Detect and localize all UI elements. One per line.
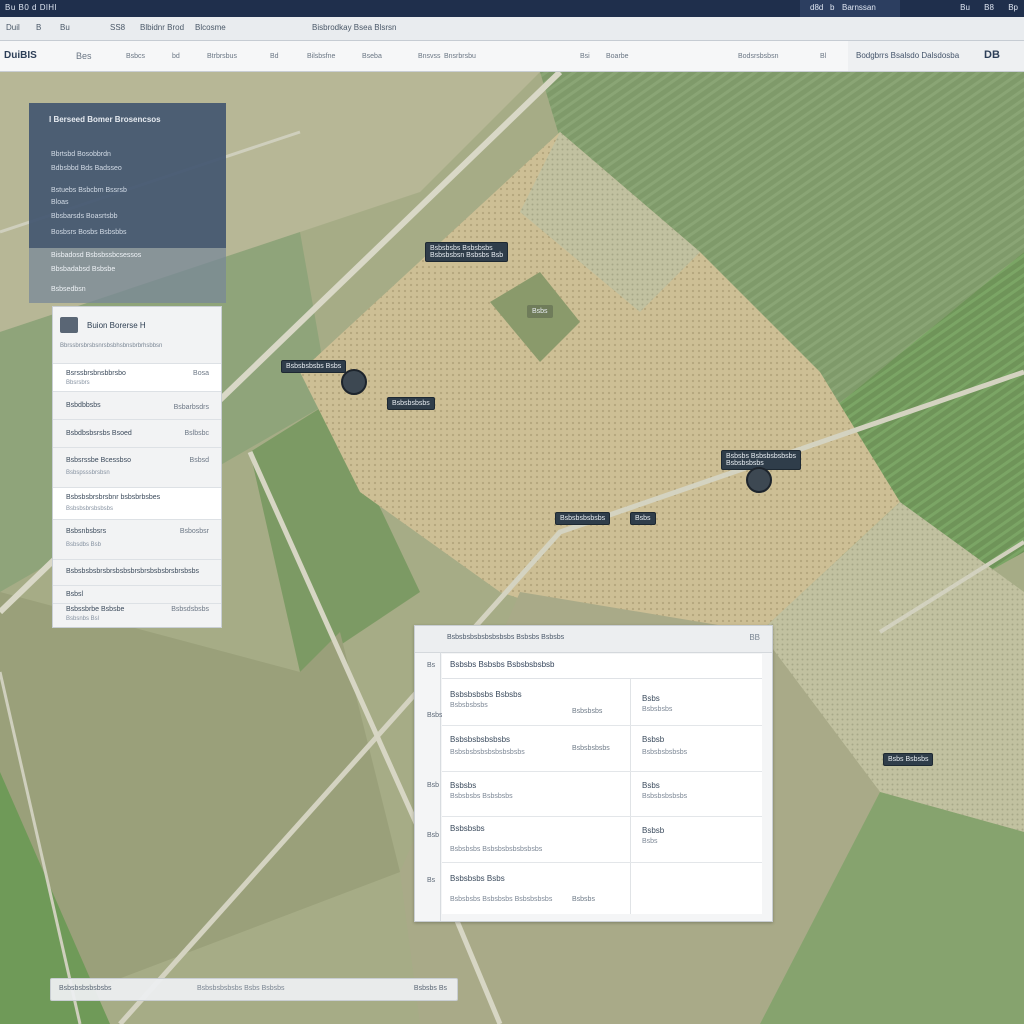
status-center: Bsbsbsbsbsbs Bsbs Bsbsbs [197, 985, 285, 992]
account-code: DB [984, 49, 1000, 61]
toolbar-item[interactable]: Bes [76, 51, 92, 61]
tab-item[interactable]: Blbidnr Brod [140, 23, 184, 32]
list-item[interactable]: Bsbsnbsbsrs Bsbosbsr Bsbsdbs Bsb [53, 519, 221, 560]
account-text: Bodgbrrs Bsalsdo Dalsdosba [856, 51, 960, 60]
map-label[interactable]: Bsbsbsbsbs Bsbs [281, 360, 347, 373]
info-line: Bisbadosd Bsbsbssbcsessos [51, 252, 142, 259]
titlebar-status-1: d8d [810, 3, 824, 12]
info-panel-title: I Berseed Bomer Brosencsos [49, 115, 161, 124]
toolbar-item[interactable]: Bl [820, 53, 826, 60]
toolbar-item[interactable]: Bodsrsbsbsn [738, 53, 778, 60]
map-status-bar: Bsbsbsbsbsbsbs Bsbsbsbsbsbs Bsbs Bsbsbs … [50, 978, 458, 1001]
toolbar-item[interactable]: Boarbe [606, 53, 629, 60]
main-toolbar: DuiBIS Bes Bsbcs bd Btrbrsbus Bd Bilsbsf… [0, 41, 1024, 72]
info-line: Bstuebs Bsbcbm Bssrsb [51, 187, 127, 194]
list-item[interactable]: Bsbsl [53, 585, 221, 604]
table-row[interactable]: Bsbsbsbsbs Bsbsbs Bsbsbsbsbs Bsbsbsbs Bs… [442, 678, 762, 726]
tab-item[interactable]: Blcosme [195, 23, 226, 32]
list-item[interactable]: Bsbdbsbsrsbs Bsoed Bslbsbc [53, 419, 221, 448]
map-label[interactable]: Bsbsbsbs Bsbsbsbs Bsbsbsbsn Bsbsbs Bsb [425, 242, 509, 262]
map-label[interactable]: Bsbs Bsbsbs [883, 753, 934, 766]
map-label[interactable]: Bsbsbsbsbs [387, 397, 435, 410]
titlebar-status-box[interactable]: d8d b Barnssan [800, 0, 900, 17]
close-icon[interactable]: BB [749, 633, 760, 642]
toolbar-item[interactable]: Bsbcs [126, 53, 145, 60]
info-line: Bosbsrs Bosbs Bsbsbbs [51, 229, 127, 236]
tab-item[interactable]: Bisbrodkay Bsea Blsrsn [312, 23, 396, 32]
info-line: Bbrtsbd Bosobbrdn [51, 151, 111, 158]
info-line: Bsbsedbsn [51, 286, 86, 293]
info-line: Bloas [51, 199, 69, 206]
status-right[interactable]: Bsbsbs Bs [414, 985, 447, 992]
list-panel-title: Buion Borerse H [87, 321, 146, 330]
detail-panel-header: Bsbsbsbsbsbsbsbsbs Bsbsbs Bsbsbs BB [415, 626, 772, 653]
toolbar-item[interactable]: Btrbrsbus [207, 53, 237, 60]
toolbar-item[interactable]: Bnsrbrsbu [444, 53, 476, 60]
info-line: Bbsbarsds Boasrtsbb [51, 213, 118, 220]
window-controls: Bu B8 Bp [948, 3, 1018, 12]
toolbar-item[interactable]: bd [172, 53, 180, 60]
detail-panel-title: Bsbsbsbsbsbsbsbsbs Bsbsbs Bsbsbs [447, 634, 565, 641]
window-control-2[interactable]: B8 [984, 3, 994, 12]
list-item[interactable]: Bsrssbrsbnsbbrsbo Bosa Bbsrsbrs [53, 363, 221, 392]
list-item[interactable]: Bsbsbsbrsbrsbnr bsbsbrbsbes Bsbsbsbrsbsb… [53, 487, 221, 520]
table-row[interactable]: Bsbsbs Bsbsbsbs Bsbsbsbs Bsbs Bsbsbsbsbs… [442, 771, 762, 817]
side-index-label[interactable]: Bs [427, 662, 435, 669]
toolbar-item[interactable]: Bilsbsfne [307, 53, 335, 60]
map-label-faint: Bsbs [527, 305, 553, 318]
table-row[interactable]: Bsbsbsbsbsbsbs Bsbsbsbsbsbsbsbsbsbs Bsbs… [442, 725, 762, 772]
list-item[interactable]: Bsbsbsbsbrsbrsbsbsbrsbrsbsbsbrsbrsbsbs [53, 559, 221, 586]
status-left: Bsbsbsbsbsbsbs [59, 985, 112, 992]
side-index-label[interactable]: Bsb [427, 782, 439, 789]
tab-item[interactable]: B [36, 23, 41, 32]
tab-bar: Duil B Bu SS8 Blbidnr Brod Blcosme Bisbr… [0, 17, 1024, 41]
layer-list-panel: Buion Borerse H Bbrssbrsbrsbsnrsbsbhsbns… [52, 306, 222, 628]
info-line: Bdbsbbd Bds Badsseo [51, 165, 122, 172]
info-panel: I Berseed Bomer Brosencsos Bbrtsbd Bosob… [29, 103, 226, 248]
side-index-label[interactable]: Bsb [427, 832, 439, 839]
info-panel-footer: Bisbadosd Bsbsbssbcsessos Bbsbadabsd Bsb… [29, 248, 226, 303]
toolbar-item[interactable]: Bd [270, 53, 279, 60]
list-item[interactable]: Bsbssbrbe Bsbsbe Bsbsdsbsbs Bsbsnbs Bsl [53, 603, 221, 628]
list-panel-subtitle: Bbrssbrsbrsbsnrsbsbhsbnsbrbrhsbbsn [60, 343, 163, 349]
map-pin-icon[interactable] [341, 369, 367, 395]
toolbar-item[interactable]: Bseba [362, 53, 382, 60]
table-row[interactable]: Bsbsbsbs Bsbs Bsbsbsbs Bsbsbsbs Bsbsbsbs… [442, 862, 762, 914]
side-index-label[interactable]: Bs [427, 877, 435, 884]
app-logo: DuiBIS [4, 50, 37, 61]
toolbar-item[interactable]: Bnsvss [418, 53, 441, 60]
detail-table: Bsbsbs Bsbsbs Bsbsbsbsbsb Bsbsbsbsbs Bsb… [442, 654, 762, 914]
window-titlebar: Bu B0 d DlHl d8d b Barnssan Bu B8 Bp [0, 0, 1024, 17]
side-index-label[interactable]: Bsbs [427, 712, 443, 719]
list-item[interactable]: Bsbsrssbe Bcessbso Bsbsd Bsbspsssbrsbsn [53, 447, 221, 488]
list-item[interactable]: Bsbdbbsbs Bsbarbsdrs [53, 391, 221, 420]
detail-table-header: Bsbsbs Bsbsbs Bsbsbsbsbsb [442, 654, 762, 679]
feature-detail-panel: Bsbsbsbsbsbsbsbsbs Bsbsbs Bsbsbs BB Bs B… [414, 625, 773, 922]
titlebar-status-2: b [830, 3, 835, 12]
titlebar-status-3: Barnssan [842, 3, 876, 12]
toolbar-account-box[interactable]: Bodgbrrs Bsalsdo Dalsdosba DB [848, 41, 1024, 71]
table-row[interactable]: Bsbsbsbs Bsbsbsbs Bsbsbsbsbsbsbsbs Bsbsb… [442, 816, 762, 863]
detail-side-index: Bs Bsbs Bsb Bsb Bs [415, 652, 443, 921]
tab-item[interactable]: SS8 [110, 23, 125, 32]
tab-item[interactable]: Duil [6, 23, 20, 32]
map-label[interactable]: Bsbsbsbsbsbs [555, 512, 611, 525]
map-label[interactable]: Bsbs [630, 512, 656, 525]
detail-table-heading: Bsbsbs Bsbsbs Bsbsbsbsbsb [450, 660, 555, 669]
window-control-1[interactable]: Bu [960, 3, 970, 12]
map-pin-icon[interactable] [746, 467, 772, 493]
info-line: Bbsbadabsd Bsbsbe [51, 266, 116, 273]
app-title: Bu B0 d DlHl [5, 3, 57, 12]
toolbar-item[interactable]: Bsi [580, 53, 590, 60]
window-control-3[interactable]: Bp [1008, 3, 1018, 12]
layers-icon [60, 317, 78, 333]
tab-item[interactable]: Bu [60, 23, 70, 32]
